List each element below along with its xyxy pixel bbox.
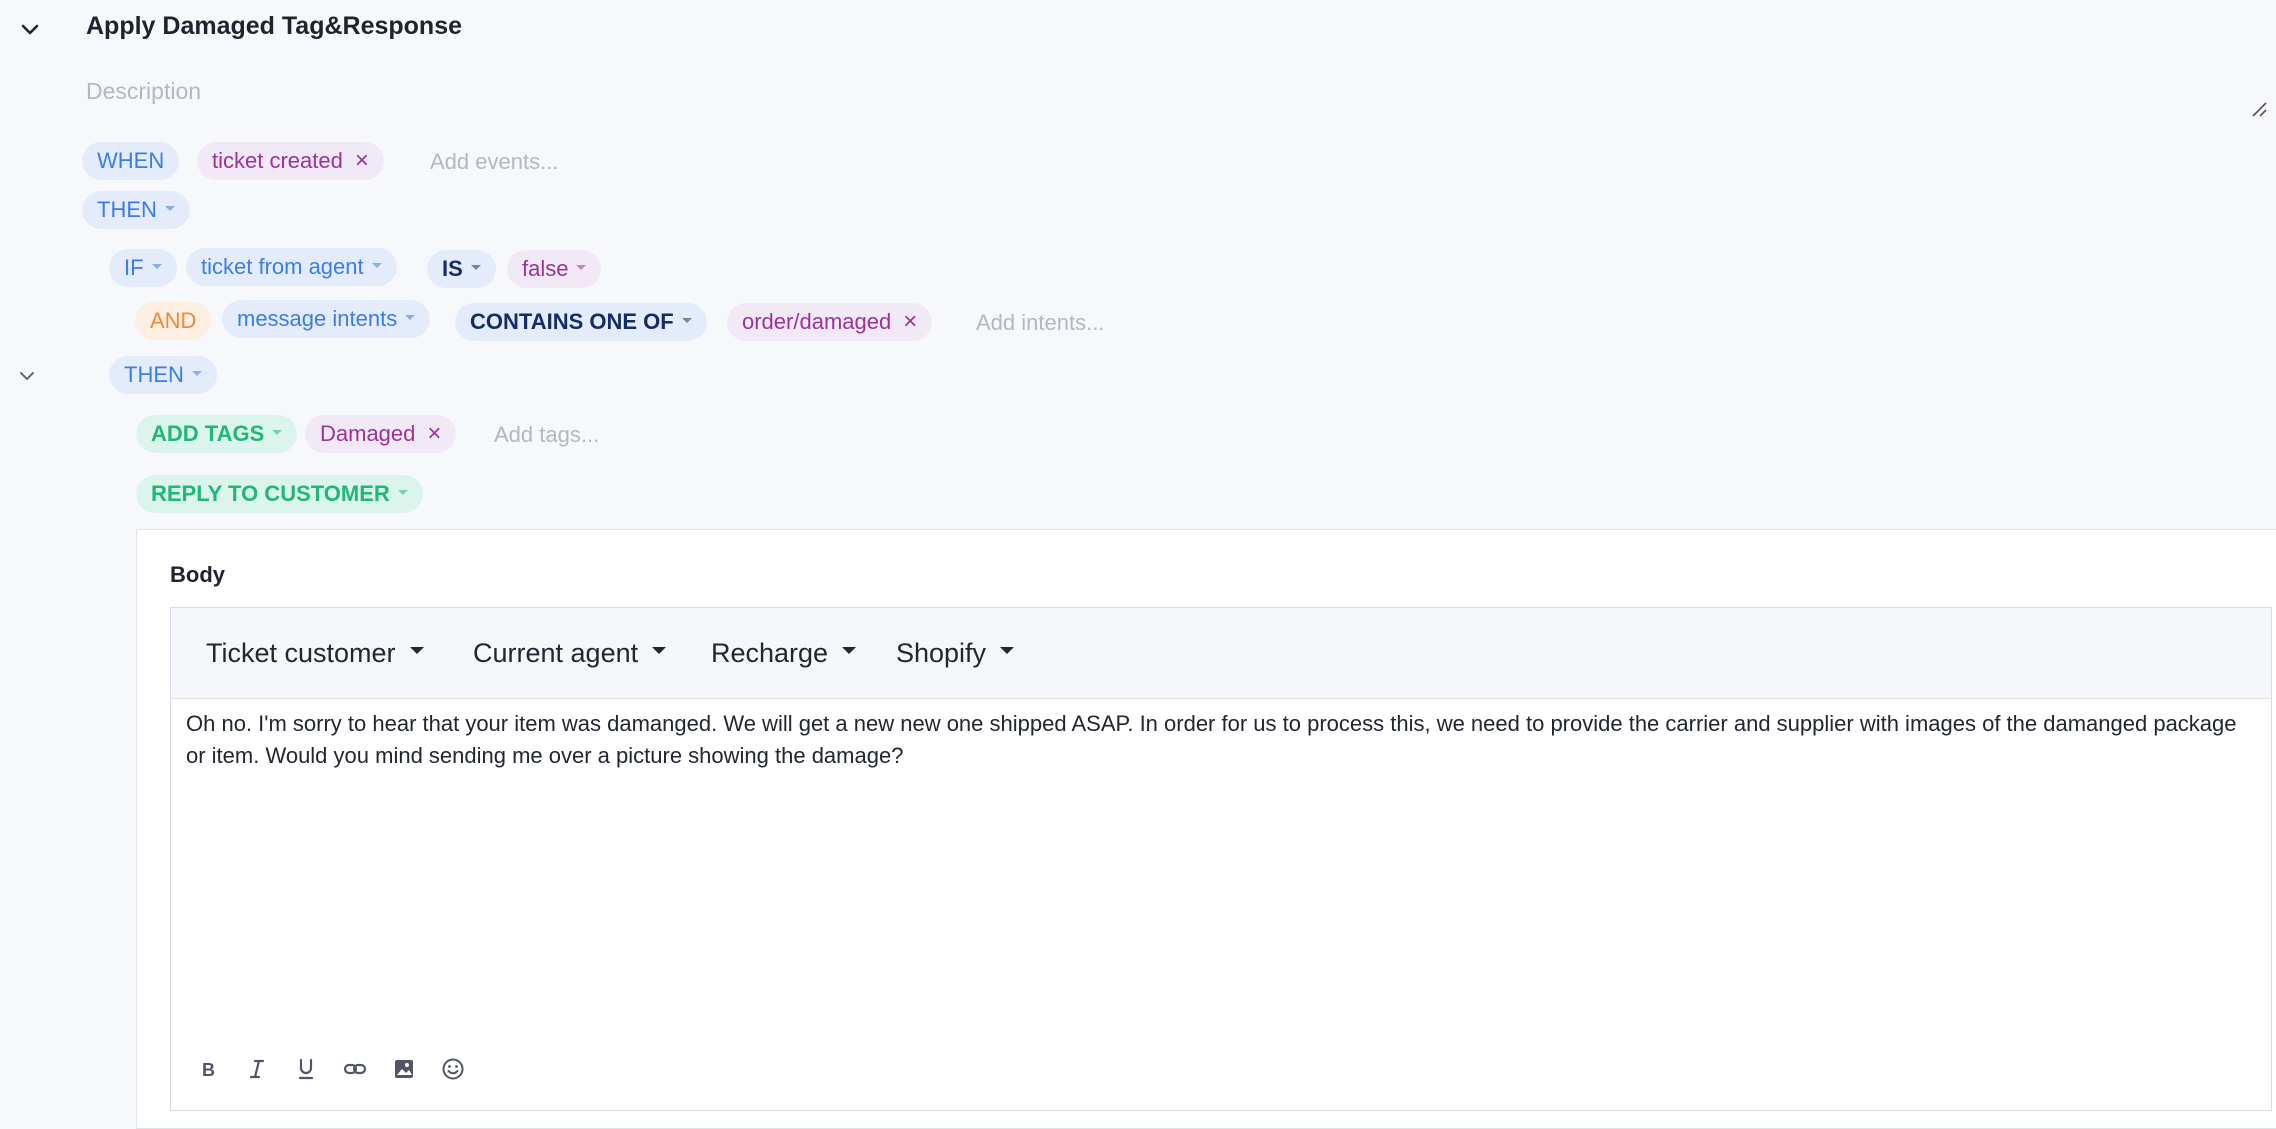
remove-tag-icon[interactable]: × xyxy=(427,422,441,446)
tag-chip[interactable]: Damaged × xyxy=(305,415,457,453)
condition-field-label: ticket from agent xyxy=(201,254,364,279)
ticket-customer-dropdown[interactable]: Ticket customer xyxy=(206,608,424,698)
tag-chip-label: Damaged xyxy=(320,421,416,446)
then-branch-label: THEN xyxy=(124,362,184,387)
condition-value-label: false xyxy=(522,256,569,281)
then-branch-dropdown[interactable]: THEN xyxy=(109,356,217,394)
operator-dropdown[interactable]: IS xyxy=(427,250,496,288)
caret-icon xyxy=(191,370,202,376)
caret-icon xyxy=(576,264,587,270)
intent-chip-label: order/damaged xyxy=(742,309,892,334)
caret-icon xyxy=(470,264,481,270)
shopify-dropdown[interactable]: Shopify xyxy=(896,608,1015,698)
caret-icon xyxy=(272,429,283,435)
caret-icon xyxy=(842,646,857,654)
link-icon[interactable] xyxy=(342,1056,368,1082)
caret-icon xyxy=(652,646,667,654)
if-label: IF xyxy=(124,255,144,280)
bold-icon[interactable]: B xyxy=(195,1056,221,1082)
condition-value-dropdown[interactable]: false xyxy=(507,250,602,288)
collapse-rule-chevron-icon[interactable] xyxy=(20,20,40,40)
and-field-label: message intents xyxy=(237,306,398,331)
and-operator-label: CONTAINS ONE OF xyxy=(470,309,674,334)
condition-field-dropdown[interactable]: ticket from agent xyxy=(186,248,397,286)
caret-icon xyxy=(151,263,162,269)
description-field[interactable]: Description xyxy=(86,78,201,105)
remove-event-icon[interactable]: × xyxy=(355,149,369,173)
recharge-label: Recharge xyxy=(711,637,829,668)
add-tags-input[interactable]: Add tags... xyxy=(494,422,599,448)
collapse-then-chevron-icon[interactable] xyxy=(18,367,36,385)
italic-icon[interactable] xyxy=(244,1056,270,1082)
add-intents-input[interactable]: Add intents... xyxy=(976,310,1104,336)
event-chip[interactable]: ticket created × xyxy=(197,142,384,180)
caret-icon xyxy=(681,317,692,323)
add-tags-action-dropdown[interactable]: ADD TAGS xyxy=(136,415,298,453)
shopify-label: Shopify xyxy=(896,637,987,668)
ticket-customer-label: Ticket customer xyxy=(206,637,396,668)
caret-icon xyxy=(1000,646,1015,654)
current-agent-label: Current agent xyxy=(473,637,639,668)
resize-handle-icon[interactable] xyxy=(2250,100,2268,123)
add-events-input[interactable]: Add events... xyxy=(430,149,558,175)
emoji-icon[interactable] xyxy=(440,1056,466,1082)
reply-editor: Ticket customer Current agent Recharge S… xyxy=(170,607,2272,1111)
intent-chip[interactable]: order/damaged × xyxy=(727,303,933,341)
image-icon[interactable] xyxy=(391,1056,417,1082)
underline-icon[interactable] xyxy=(293,1056,319,1082)
variables-toolbar: Ticket customer Current agent Recharge S… xyxy=(171,608,2271,699)
rule-title[interactable]: Apply Damaged Tag&Response xyxy=(86,12,462,41)
then-root-dropdown[interactable]: THEN xyxy=(82,191,190,229)
and-field-dropdown[interactable]: message intents xyxy=(222,300,431,338)
event-chip-label: ticket created xyxy=(212,148,343,173)
remove-intent-icon[interactable]: × xyxy=(903,310,917,334)
caret-icon xyxy=(409,646,424,654)
add-tags-label: ADD TAGS xyxy=(151,421,265,446)
and-operator-dropdown[interactable]: CONTAINS ONE OF xyxy=(455,303,707,341)
then-root-label: THEN xyxy=(97,197,157,222)
if-dropdown[interactable]: IF xyxy=(109,249,177,287)
reply-action-dropdown[interactable]: REPLY TO CUSTOMER xyxy=(136,475,423,513)
caret-icon xyxy=(164,205,175,211)
caret-icon xyxy=(405,314,416,320)
svg-text:B: B xyxy=(202,1060,215,1080)
current-agent-dropdown[interactable]: Current agent xyxy=(473,608,667,698)
body-label: Body xyxy=(170,562,225,587)
recharge-dropdown[interactable]: Recharge xyxy=(711,608,857,698)
reply-body-textarea[interactable]: Oh no. I'm sorry to hear that your item … xyxy=(186,708,2251,772)
and-badge: AND xyxy=(135,302,212,340)
caret-icon xyxy=(371,262,382,268)
caret-icon xyxy=(397,489,408,495)
reply-action-label: REPLY TO CUSTOMER xyxy=(151,481,390,506)
operator-label: IS xyxy=(442,256,463,281)
when-badge: WHEN xyxy=(82,142,180,180)
